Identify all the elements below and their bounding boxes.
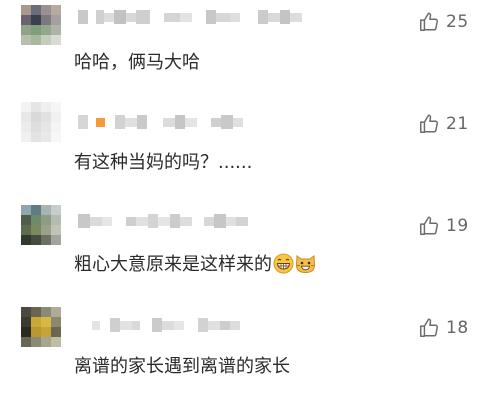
avatar-pixel (31, 235, 41, 245)
avatar-pixel (31, 15, 41, 25)
avatar-pixel (41, 337, 51, 347)
avatar-pixel (41, 307, 51, 317)
avatar-pixel (21, 35, 31, 45)
avatar-pixel (21, 215, 31, 225)
avatar-pixel (41, 5, 51, 15)
comment-item: 21 有这种当妈的吗？...... (0, 102, 501, 202)
avatar-pixel (41, 25, 51, 35)
avatar-pixel (51, 112, 61, 122)
avatar-pixel (41, 235, 51, 245)
avatar-pixel (51, 5, 61, 15)
avatar-pixel (41, 15, 51, 25)
like-count: 19 (446, 216, 469, 236)
like-count: 18 (446, 318, 469, 338)
avatar-pixel (31, 307, 41, 317)
avatar-pixel (31, 122, 41, 132)
avatar-pixel (31, 337, 41, 347)
avatar-pixel (31, 35, 41, 45)
avatar-pixel (51, 205, 61, 215)
avatar-pixel (41, 327, 51, 337)
like-count: 21 (446, 114, 469, 134)
avatar-pixel (21, 307, 31, 317)
comment-text: 离谱的家长遇到离谱的家长 (74, 352, 290, 378)
avatar-pixel (31, 5, 41, 15)
avatar-pixel (21, 112, 31, 122)
avatar-pixel (31, 132, 41, 142)
thumbs-up-icon (418, 11, 440, 33)
avatar-pixel (51, 327, 61, 337)
avatar-pixel (51, 307, 61, 317)
avatar-pixel (41, 225, 51, 235)
comment-text-content: 哈哈，俩马大哈 (74, 48, 200, 74)
thumbs-up-icon (418, 215, 440, 237)
avatar-pixel (41, 215, 51, 225)
avatar-pixel (41, 122, 51, 132)
avatar-pixel (21, 225, 31, 235)
avatar-pixel (41, 35, 51, 45)
avatar-pixel (31, 112, 41, 122)
comment-text: 粗心大意原来是这样来的 (74, 250, 316, 276)
avatar-pixel (51, 225, 61, 235)
avatar[interactable] (21, 205, 61, 245)
avatar-pixel (41, 102, 51, 112)
comment-item: 19 粗心大意原来是这样来的 (0, 204, 501, 304)
avatar-pixel (51, 25, 61, 35)
avatar-pixel (51, 122, 61, 132)
avatar-pixel (51, 337, 61, 347)
avatar-pixel (31, 327, 41, 337)
avatar-pixel (31, 205, 41, 215)
avatar-pixel (51, 35, 61, 45)
avatar[interactable] (21, 102, 61, 142)
avatar-pixel (31, 317, 41, 327)
username-blurred[interactable] (78, 212, 248, 230)
avatar-pixel (21, 205, 31, 215)
avatar-pixel (41, 317, 51, 327)
comment-text-content: 离谱的家长遇到离谱的家长 (74, 352, 290, 378)
avatar-pixel (21, 317, 31, 327)
avatar-pixel (41, 205, 51, 215)
avatar-pixel (21, 5, 31, 15)
avatar-pixel (51, 235, 61, 245)
avatar-pixel (41, 112, 51, 122)
avatar-pixel (51, 132, 61, 142)
avatar-pixel (21, 15, 31, 25)
avatar-pixel (21, 327, 31, 337)
avatar-pixel (51, 317, 61, 327)
comment-text: 哈哈，俩马大哈 (74, 48, 200, 74)
like-count: 25 (446, 12, 469, 32)
comment-item: 25 哈哈，俩马大哈 (0, 0, 501, 100)
avatar-pixel (21, 122, 31, 132)
thumbs-up-icon (418, 317, 440, 339)
like-button[interactable]: 19 (418, 215, 469, 237)
avatar[interactable] (21, 5, 61, 45)
avatar-pixel (21, 337, 31, 347)
vip-badge (96, 118, 105, 127)
comment-text: 有这种当妈的吗？...... (74, 148, 252, 174)
avatar-pixel (51, 102, 61, 112)
avatar-pixel (51, 215, 61, 225)
comment-item: 18 离谱的家长遇到离谱的家长 (0, 306, 501, 406)
avatar-pixel (31, 225, 41, 235)
like-button[interactable]: 18 (418, 317, 469, 339)
avatar-pixel (21, 235, 31, 245)
username-blurred[interactable] (78, 113, 243, 131)
avatar-pixel (21, 132, 31, 142)
avatar-pixel (21, 102, 31, 112)
like-button[interactable]: 25 (418, 11, 469, 33)
avatar[interactable] (21, 307, 61, 347)
username-blurred[interactable] (78, 316, 240, 334)
username-blurred[interactable] (78, 8, 302, 26)
cat-grin-emoji-icon (295, 253, 316, 274)
avatar-pixel (21, 25, 31, 35)
avatar-pixel (31, 102, 41, 112)
like-button[interactable]: 21 (418, 113, 469, 135)
avatar-pixel (31, 25, 41, 35)
grin-emoji-icon (273, 253, 294, 274)
thumbs-up-icon (418, 113, 440, 135)
comment-text-content: 有这种当妈的吗？...... (74, 148, 252, 174)
comment-text-content: 粗心大意原来是这样来的 (74, 250, 272, 276)
avatar-pixel (31, 215, 41, 225)
avatar-pixel (51, 15, 61, 25)
avatar-pixel (41, 132, 51, 142)
